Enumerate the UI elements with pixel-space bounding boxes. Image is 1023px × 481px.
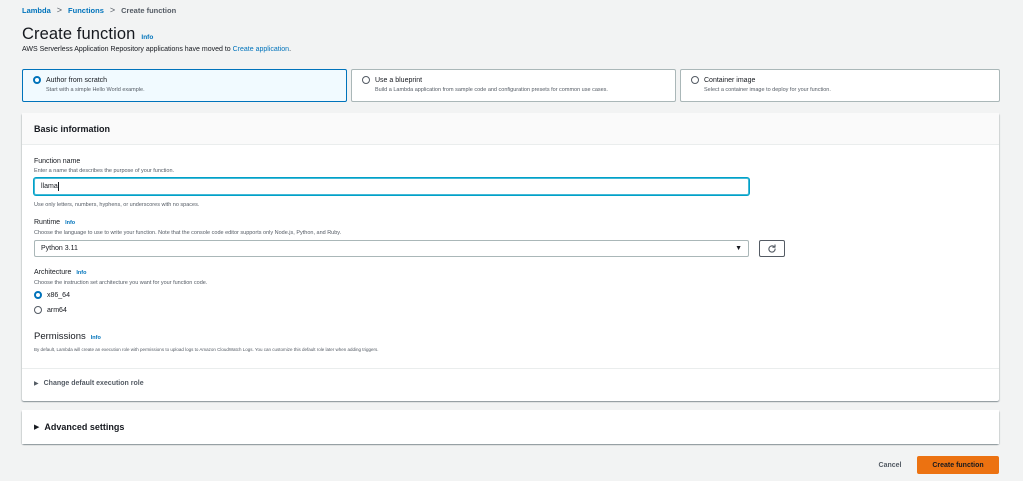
advanced-settings-panel[interactable]: ▶ Advanced settings xyxy=(22,410,999,444)
radio-use-a-blueprint[interactable] xyxy=(362,76,370,84)
advanced-settings-header[interactable]: ▶ Advanced settings xyxy=(22,410,999,444)
cancel-button[interactable]: Cancel xyxy=(866,456,914,474)
create-application-link[interactable]: Create application xyxy=(233,46,289,53)
option-description: Start with a simple Hello World example. xyxy=(46,87,145,93)
permissions-description: By default, Lambda will create an execut… xyxy=(34,347,379,352)
breadcrumb-current: Create function xyxy=(121,5,177,15)
option-label: Use a blueprint xyxy=(375,76,423,84)
function-name-label: Function name xyxy=(34,158,80,165)
runtime-label: Runtime Info xyxy=(34,219,75,226)
architecture-option-label: x86_64 xyxy=(47,291,70,299)
architecture-info-link[interactable]: Info xyxy=(76,270,86,276)
caret-right-icon: ▶ xyxy=(34,424,40,431)
subtitle-text: AWS Serverless Application Repository ap… xyxy=(22,46,233,53)
function-name-input[interactable]: llama xyxy=(34,178,749,195)
basic-information-title: Basic information xyxy=(22,113,999,145)
subtitle-suffix: . xyxy=(289,46,292,53)
architecture-option-x86[interactable]: x86_64 xyxy=(34,291,70,299)
breadcrumb-separator-1: > xyxy=(56,5,63,15)
refresh-runtimes-button[interactable] xyxy=(759,240,785,257)
breadcrumb: Lambda > Functions > Create function xyxy=(22,3,176,17)
change-execution-role-label: Change default execution role xyxy=(43,380,144,387)
permissions-title: Permissions xyxy=(34,331,86,342)
option-label: Author from scratch xyxy=(46,76,108,84)
architecture-option-arm64[interactable]: arm64 xyxy=(34,306,67,314)
option-container-image[interactable]: Container image Select a container image… xyxy=(680,69,1000,102)
runtime-select[interactable]: Python 3.11 ▼ xyxy=(34,240,749,257)
title-info-link[interactable]: Info xyxy=(141,34,153,41)
radio-x86-64[interactable] xyxy=(34,291,42,299)
option-description: Select a container image to deploy for y… xyxy=(704,87,831,93)
refresh-icon xyxy=(768,243,776,253)
runtime-description: Choose the language to use to write your… xyxy=(34,230,342,236)
architecture-option-label: arm64 xyxy=(47,306,67,314)
option-use-a-blueprint[interactable]: Use a blueprint Build a Lambda applicati… xyxy=(351,69,676,102)
basic-information-panel: Basic information Function name Enter a … xyxy=(22,113,999,401)
page-subtitle: AWS Serverless Application Repository ap… xyxy=(22,46,291,53)
breadcrumb-functions[interactable]: Functions xyxy=(68,6,104,15)
permissions-info-link[interactable]: Info xyxy=(91,335,101,341)
function-name-description: Enter a name that describes the purpose … xyxy=(34,168,175,174)
caret-right-icon: ▶ xyxy=(34,381,39,387)
advanced-settings-expander[interactable]: ▶ Advanced settings xyxy=(34,422,124,432)
page-header: Create function Info xyxy=(22,25,153,44)
page-title: Create function xyxy=(22,25,136,43)
architecture-label-text: Architecture xyxy=(34,269,72,276)
radio-container-image[interactable] xyxy=(691,76,699,84)
function-name-value: llama xyxy=(41,183,58,190)
runtime-selected-value: Python 3.11 xyxy=(41,245,78,252)
section-divider xyxy=(22,368,999,369)
text-caret xyxy=(57,182,59,191)
permissions-heading: Permissions Info xyxy=(34,331,101,342)
option-description: Build a Lambda application from sample c… xyxy=(375,87,608,93)
architecture-description: Choose the instruction set architecture … xyxy=(34,280,208,286)
breadcrumb-separator-2: > xyxy=(109,5,116,15)
function-name-constraint: Use only letters, numbers, hyphens, or u… xyxy=(34,202,200,208)
create-function-button[interactable]: Create function xyxy=(917,456,999,474)
runtime-label-text: Runtime xyxy=(34,219,61,226)
caret-down-icon: ▼ xyxy=(735,245,742,252)
radio-arm64[interactable] xyxy=(34,306,42,314)
architecture-label: Architecture Info xyxy=(34,269,86,276)
change-execution-role-expander[interactable]: ▶ Change default execution role xyxy=(34,380,144,387)
function-name-label-text: Function name xyxy=(34,158,81,165)
breadcrumb-lambda[interactable]: Lambda xyxy=(22,6,51,15)
advanced-settings-title: Advanced settings xyxy=(44,422,125,432)
runtime-info-link[interactable]: Info xyxy=(65,220,75,226)
option-author-from-scratch[interactable]: Author from scratch Start with a simple … xyxy=(22,69,347,102)
radio-author-from-scratch[interactable] xyxy=(33,76,41,84)
option-label: Container image xyxy=(704,76,756,84)
